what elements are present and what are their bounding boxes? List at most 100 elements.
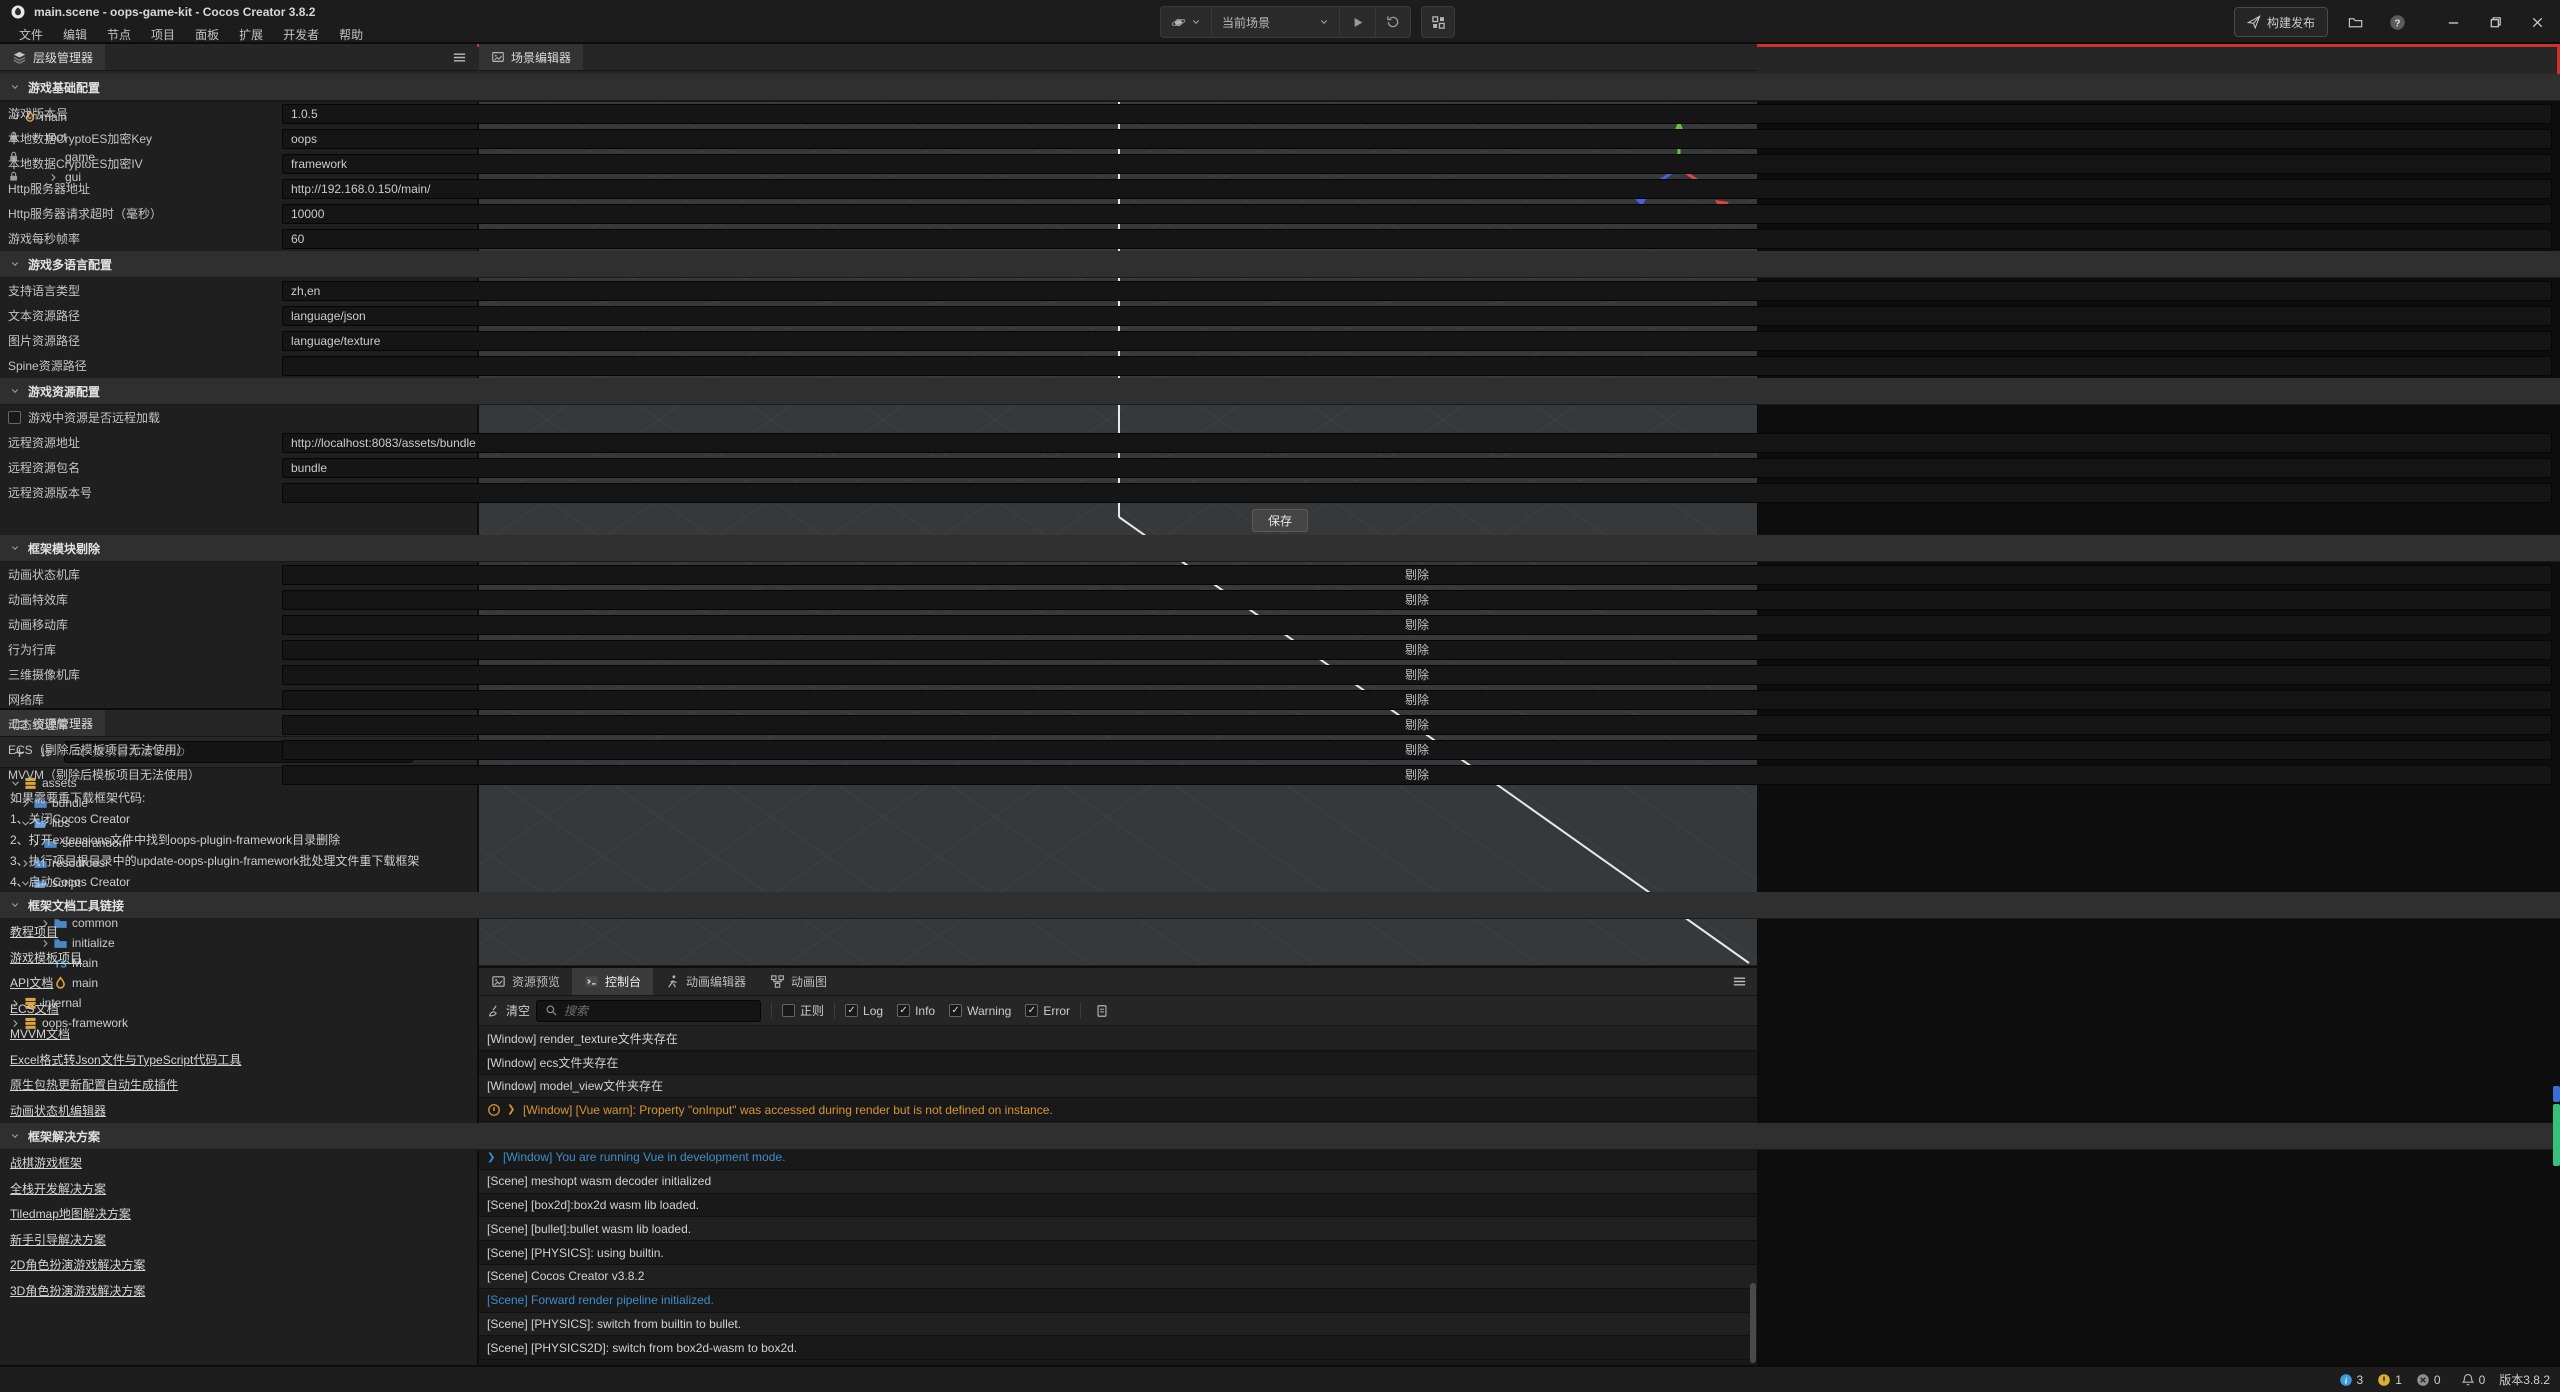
doc-link-1[interactable]: 游戏模板项目 xyxy=(10,949,82,966)
inspector-scrollbar-thumb[interactable] xyxy=(2553,1104,2560,1166)
field-input[interactable] xyxy=(282,356,2552,376)
status-info[interactable]: i 3 xyxy=(2339,1373,2364,1387)
link-row: 战棋游戏框架 xyxy=(0,1150,2560,1176)
menu-item-0[interactable]: 文件 xyxy=(10,25,52,44)
menu-item-6[interactable]: 开发者 xyxy=(274,25,328,44)
play-icon xyxy=(1350,15,1365,30)
module-label: 动画状态机库 xyxy=(8,566,282,583)
preview-qr-button[interactable] xyxy=(1421,6,1455,38)
field-input[interactable] xyxy=(282,306,2552,326)
panel-menu-icon[interactable] xyxy=(452,50,467,65)
module-row-8: MVVM（剔除后模板项目无法使用）剔除 xyxy=(0,762,2560,787)
doc-link-2[interactable]: API文档 xyxy=(10,974,53,991)
menu-item-7[interactable]: 帮助 xyxy=(330,25,372,44)
doc-link-2[interactable]: Tiledmap地图解决方案 xyxy=(10,1205,131,1222)
field-input[interactable] xyxy=(282,104,2552,124)
field-label: 本地数据CryptoES加密Key xyxy=(8,130,282,147)
help-button[interactable]: ? xyxy=(2382,7,2412,37)
status-notifications[interactable]: 0 xyxy=(2461,1373,2486,1387)
chevron-down-icon xyxy=(10,259,20,269)
field-input[interactable] xyxy=(282,204,2552,224)
menu-item-5[interactable]: 扩展 xyxy=(230,25,272,44)
chevron-down-icon xyxy=(1319,17,1329,27)
remove-module-button[interactable]: 剔除 xyxy=(282,615,2552,635)
chevron-down-icon xyxy=(10,900,20,910)
doc-link-5[interactable]: Excel格式转Json文件与TypeScript代码工具 xyxy=(10,1051,241,1068)
doc-link-3[interactable]: ECS文档 xyxy=(10,1000,59,1017)
field-input[interactable] xyxy=(282,129,2552,149)
section-header[interactable]: 游戏资源配置 xyxy=(0,378,2560,405)
remove-module-button[interactable]: 剔除 xyxy=(282,765,2552,785)
menu-item-4[interactable]: 面板 xyxy=(186,25,228,44)
link-row: 新手引导解决方案 xyxy=(0,1227,2560,1253)
section-header[interactable]: 框架解决方案 xyxy=(0,1123,2560,1150)
field-input[interactable] xyxy=(282,154,2552,174)
platform-select[interactable] xyxy=(1161,7,1212,37)
note-line-2: 2、打开extensions文件中找到oops-plugin-framework… xyxy=(0,829,2560,850)
maximize-button[interactable] xyxy=(2480,7,2510,37)
doc-link-4[interactable]: 2D角色扮演游戏解决方案 xyxy=(10,1256,145,1273)
scene-select[interactable]: 当前场景 xyxy=(1212,7,1340,37)
tab-hierarchy[interactable]: 层级管理器 xyxy=(0,44,105,70)
menu-item-1[interactable]: 编辑 xyxy=(54,25,96,44)
remove-module-button[interactable]: 剔除 xyxy=(282,565,2552,585)
play-button[interactable] xyxy=(1340,7,1376,37)
field-label: 支持语言类型 xyxy=(8,282,282,299)
field-input[interactable] xyxy=(282,229,2552,249)
doc-link-3[interactable]: 新手引导解决方案 xyxy=(10,1231,106,1248)
section-header[interactable]: 框架模块剔除 xyxy=(0,535,2560,562)
build-publish-button[interactable]: 构建发布 xyxy=(2234,7,2328,37)
doc-link-1[interactable]: 全栈开发解决方案 xyxy=(10,1180,106,1197)
module-label: 动画移动库 xyxy=(8,616,282,633)
status-error[interactable]: 0 xyxy=(2416,1373,2441,1387)
remove-module-button[interactable]: 剔除 xyxy=(282,690,2552,710)
link-row: 全栈开发解决方案 xyxy=(0,1176,2560,1202)
doc-link-5[interactable]: 3D角色扮演游戏解决方案 xyxy=(10,1282,145,1299)
tab-scene[interactable]: 场景编辑器 xyxy=(479,44,583,70)
doc-link-4[interactable]: MVVM文档 xyxy=(10,1025,70,1042)
save-row: 保存 xyxy=(0,505,2560,535)
save-button[interactable]: 保存 xyxy=(1252,509,1308,532)
field-input[interactable] xyxy=(282,331,2552,351)
inspector-scrollbar-segment[interactable] xyxy=(2553,1086,2560,1102)
remote-load-checkbox[interactable]: 游戏中资源是否远程加载 xyxy=(0,405,2560,430)
doc-link-6[interactable]: 原生包热更新配置自动生成插件 xyxy=(10,1076,178,1093)
link-row: 3D角色扮演游戏解决方案 xyxy=(0,1278,2560,1304)
field-input[interactable] xyxy=(282,179,2552,199)
section-header[interactable]: 游戏多语言配置 xyxy=(0,251,2560,278)
field-input[interactable] xyxy=(282,458,2552,478)
bell-icon xyxy=(2461,1373,2475,1387)
doc-link-7[interactable]: 动画状态机编辑器 xyxy=(10,1102,106,1119)
remove-module-button[interactable]: 剔除 xyxy=(282,740,2552,760)
field-row-2: 图片资源路径 xyxy=(0,328,2560,353)
minimize-button[interactable] xyxy=(2438,7,2468,37)
field-input[interactable] xyxy=(282,483,2552,503)
link-row: 动画状态机编辑器 xyxy=(0,1098,2560,1124)
restart-button[interactable] xyxy=(1376,7,1410,37)
field-input[interactable] xyxy=(282,281,2552,301)
remove-module-button[interactable]: 剔除 xyxy=(282,715,2552,735)
remove-module-button[interactable]: 剔除 xyxy=(282,590,2552,610)
menu-item-2[interactable]: 节点 xyxy=(98,25,140,44)
doc-link-0[interactable]: 战棋游戏框架 xyxy=(10,1154,82,1171)
remove-module-button[interactable]: 剔除 xyxy=(282,640,2552,660)
note-line-1: 1、关闭Cocos Creator xyxy=(0,808,2560,829)
status-warning[interactable]: 1 xyxy=(2377,1373,2402,1387)
section-header[interactable]: 游戏基础配置 xyxy=(0,74,2560,101)
chevron-down-icon xyxy=(10,1131,20,1141)
doc-link-0[interactable]: 教程项目 xyxy=(10,923,58,940)
link-row: 原生包热更新配置自动生成插件 xyxy=(0,1072,2560,1098)
field-input[interactable] xyxy=(282,433,2552,453)
play-controls: 当前场景 xyxy=(1160,5,1455,39)
remove-module-button[interactable]: 剔除 xyxy=(282,665,2552,685)
link-row: 游戏模板项目 xyxy=(0,945,2560,971)
field-label: Http服务器地址 xyxy=(8,180,282,197)
close-button[interactable] xyxy=(2522,7,2552,37)
module-label: 三维摄像机库 xyxy=(8,666,282,683)
field-label: 游戏每秒帧率 xyxy=(8,230,282,247)
menu-item-3[interactable]: 项目 xyxy=(142,25,184,44)
open-folder-button[interactable] xyxy=(2340,7,2370,37)
field-label: 图片资源路径 xyxy=(8,332,282,349)
section-header[interactable]: 框架文档工具链接 xyxy=(0,892,2560,919)
field-row-0: 支持语言类型 xyxy=(0,278,2560,303)
